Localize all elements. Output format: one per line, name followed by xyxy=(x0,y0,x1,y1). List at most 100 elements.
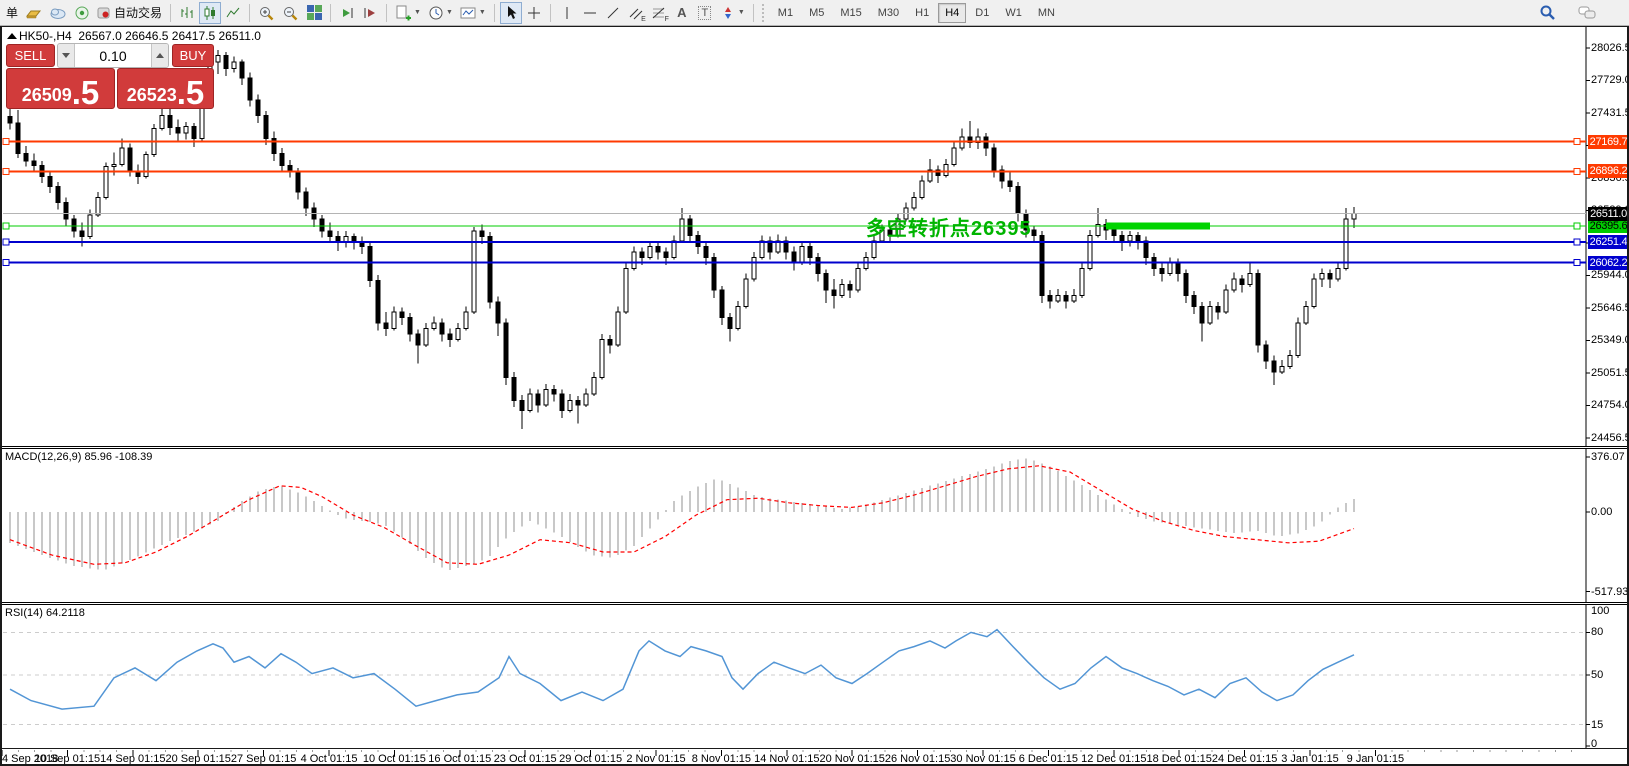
candle-body xyxy=(672,241,676,257)
candle-body xyxy=(176,127,180,132)
equidistant-channel-button[interactable]: E xyxy=(625,2,647,24)
vertical-line-button[interactable] xyxy=(556,2,578,24)
window-border-top xyxy=(0,26,1629,27)
timeframe-m5-button[interactable]: M5 xyxy=(802,3,831,23)
candle-body xyxy=(464,312,468,328)
tile-windows-button[interactable] xyxy=(303,2,325,24)
buy-button[interactable]: BUY xyxy=(172,44,214,67)
line-handle[interactable] xyxy=(1574,139,1580,145)
timeframe-m1-button[interactable]: M1 xyxy=(771,3,800,23)
line-handle[interactable] xyxy=(1574,239,1580,245)
sell-price-button[interactable]: 26509 .5 xyxy=(6,68,115,109)
candle-body xyxy=(336,237,340,242)
chat-button[interactable] xyxy=(1575,2,1600,24)
candle-body xyxy=(360,242,364,246)
candle-body xyxy=(1240,279,1244,284)
pane-separator[interactable] xyxy=(0,446,1629,449)
one-click-trading-panel: SELL 0.10 BUY 26509 .5 26523 .5 xyxy=(6,43,214,109)
timeframe-h4-button[interactable]: H4 xyxy=(938,3,966,23)
buy-price-button[interactable]: 26523 .5 xyxy=(117,68,214,109)
crosshair-button[interactable] xyxy=(523,2,545,24)
line-handle[interactable] xyxy=(1574,223,1580,229)
timeframe-mn-button[interactable]: MN xyxy=(1031,3,1062,23)
sell-button[interactable]: SELL xyxy=(6,44,55,67)
signals-button[interactable] xyxy=(71,2,93,24)
price-axis-tick-label: 27431.5 xyxy=(1591,107,1629,119)
bar-chart-button[interactable] xyxy=(176,2,198,24)
candle-body xyxy=(784,241,788,252)
rsi-axis-tick-label: 50 xyxy=(1591,669,1603,681)
line-handle[interactable] xyxy=(3,168,9,174)
current-price-badge: 26511.0 xyxy=(1588,207,1629,221)
candle-body xyxy=(192,126,196,138)
candle-body xyxy=(704,246,708,257)
auto-scroll-button[interactable] xyxy=(336,2,358,24)
candle-body xyxy=(1296,323,1300,356)
line-handle[interactable] xyxy=(1574,260,1580,266)
text-label-button[interactable]: T xyxy=(694,2,716,24)
candle-body xyxy=(296,171,300,192)
line-chart-button[interactable] xyxy=(222,2,244,24)
candle-body xyxy=(96,197,100,214)
cloud-icon xyxy=(49,5,67,21)
candle-body xyxy=(808,246,812,257)
market-watch-button[interactable] xyxy=(46,2,70,24)
timeframe-m30-button[interactable]: M30 xyxy=(871,3,906,23)
timeframe-w1-button[interactable]: W1 xyxy=(998,3,1029,23)
candle-body xyxy=(912,197,916,208)
line-handle[interactable] xyxy=(3,260,9,266)
timeframe-m15-button[interactable]: M15 xyxy=(833,3,868,23)
candle-body xyxy=(72,219,76,231)
collapse-icon[interactable] xyxy=(7,33,17,39)
line-handle[interactable] xyxy=(3,139,9,145)
macd-signal-line xyxy=(10,466,1354,565)
pane-separator[interactable] xyxy=(0,602,1629,605)
indicators-button[interactable]: ▼ xyxy=(392,2,424,24)
search-button[interactable] xyxy=(1536,2,1560,24)
price-axis-tick-label: 25051.5 xyxy=(1591,367,1629,379)
order-menu-label[interactable]: 单 xyxy=(3,4,21,21)
candle-body xyxy=(824,274,828,290)
line-handle[interactable] xyxy=(3,239,9,245)
timeframe-d1-button[interactable]: D1 xyxy=(968,3,996,23)
trendline-button[interactable] xyxy=(602,2,624,24)
annotation-text[interactable]: 多空转折点26395 xyxy=(866,212,1032,241)
volume-down-button[interactable] xyxy=(58,44,74,67)
candle-body xyxy=(1328,274,1332,279)
zoom-out-button[interactable] xyxy=(279,2,302,24)
candle-body xyxy=(216,55,220,62)
new-order-button[interactable] xyxy=(22,2,45,24)
volume-value[interactable]: 0.10 xyxy=(74,44,152,67)
macd-axis-tick-label: 0.00 xyxy=(1591,506,1612,518)
templates-button[interactable]: ▼ xyxy=(457,2,489,24)
zoom-in-icon xyxy=(258,5,275,21)
horizontal-line-button[interactable] xyxy=(579,2,601,24)
fibonacci-button[interactable]: F xyxy=(648,2,670,24)
line-handle[interactable] xyxy=(1574,168,1580,174)
candle-body xyxy=(1016,186,1020,213)
toolbar-separator xyxy=(550,4,551,22)
candle-body xyxy=(928,170,932,181)
timeframe-h1-button[interactable]: H1 xyxy=(908,3,936,23)
text-button[interactable]: A xyxy=(671,2,693,24)
cursor-button[interactable] xyxy=(500,2,522,24)
candle-body xyxy=(32,161,36,165)
cursor-icon xyxy=(503,5,518,21)
candle-body xyxy=(560,394,564,410)
channel-letter: E xyxy=(641,16,646,23)
candle-body xyxy=(152,128,156,154)
price-axis-tick-label: 25349.0 xyxy=(1591,334,1629,346)
line-handle[interactable] xyxy=(3,223,9,229)
autotrade-button[interactable]: 自动交易 xyxy=(94,2,165,24)
horizontal-line-icon xyxy=(582,5,598,21)
candle-body xyxy=(1344,219,1348,268)
price-axis-tick-label: 27729.0 xyxy=(1591,74,1629,86)
arrows-button[interactable]: ▼ xyxy=(717,2,748,24)
candle-body xyxy=(1312,279,1316,306)
periods-button[interactable]: ▼ xyxy=(425,2,456,24)
chart-shift-button[interactable] xyxy=(359,2,381,24)
zoom-in-button[interactable] xyxy=(255,2,278,24)
volume-up-button[interactable] xyxy=(152,44,168,67)
candlestick-chart-button[interactable] xyxy=(199,2,221,24)
candle-body xyxy=(8,116,12,123)
